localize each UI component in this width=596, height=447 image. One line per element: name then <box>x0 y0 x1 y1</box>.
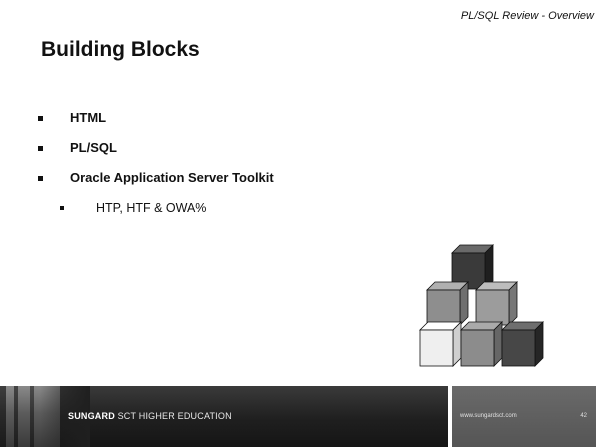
bottom-right-cube <box>501 321 544 367</box>
bottom-left-cube <box>419 321 462 367</box>
bullet-item: Oracle Application Server Toolkit <box>37 170 274 200</box>
middle-left-cube <box>426 281 469 326</box>
middle-right-cube <box>475 281 518 326</box>
blocks-illustration <box>419 244 544 367</box>
bullet-list: HTML PL/SQL Oracle Application Server To… <box>37 110 274 230</box>
footer-banner: SUNGARD SCT HIGHER EDUCATION <box>0 386 448 447</box>
bullet-item: PL/SQL <box>37 140 274 170</box>
bottom-middle-cube <box>460 321 503 367</box>
slide-title: Building Blocks <box>41 38 200 61</box>
brand-logo-text: SUNGARD <box>68 411 115 421</box>
page-number: 42 <box>580 413 587 419</box>
slide-header-subtitle: PL/SQL Review - Overview <box>460 10 594 22</box>
slide: PL/SQL Review - Overview Building Blocks… <box>0 0 596 447</box>
footer-info: www.sungardsct.com 42 <box>452 386 596 447</box>
slide-footer: SUNGARD SCT HIGHER EDUCATION www.sungard… <box>0 386 596 447</box>
footer-url: www.sungardsct.com <box>460 413 517 419</box>
footer-brand: SUNGARD SCT HIGHER EDUCATION <box>68 411 232 421</box>
brand-division-text: SCT HIGHER EDUCATION <box>114 411 232 421</box>
sub-bullet-item: HTP, HTF & OWA% <box>37 200 274 230</box>
bullet-item: HTML <box>37 110 274 140</box>
